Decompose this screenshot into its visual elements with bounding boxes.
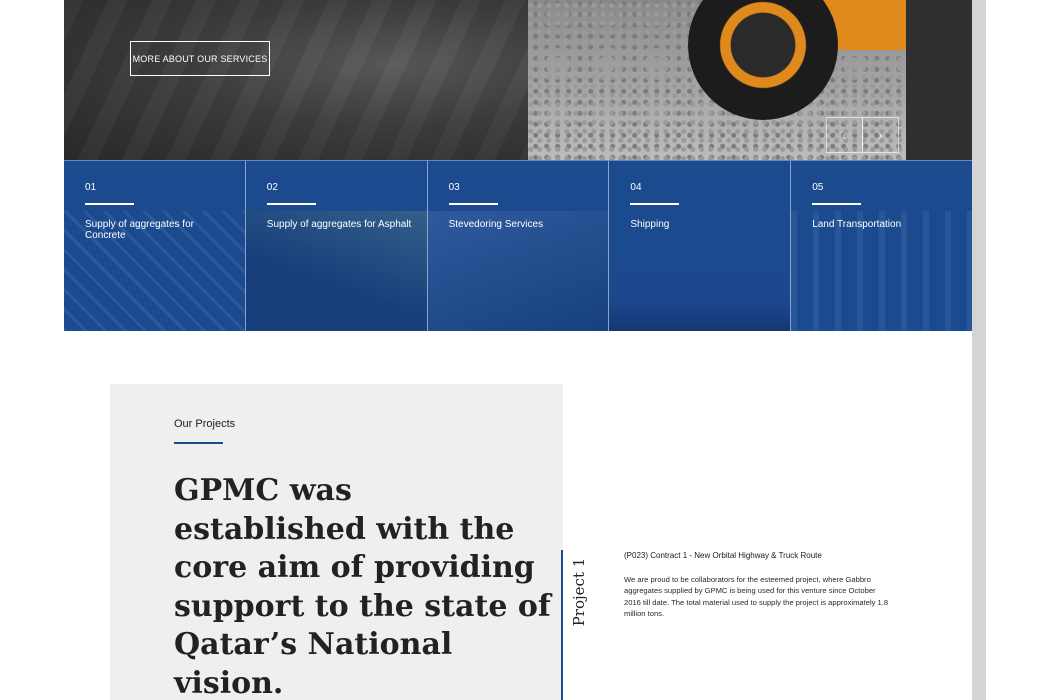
service-title: Stevedoring Services: [448, 219, 544, 230]
slider-next-button[interactable]: ›: [862, 117, 899, 153]
projects-intro-panel: Our Projects GPMC was established with t…: [110, 384, 563, 700]
project-description: We are proud to be collaborators for the…: [624, 575, 889, 618]
section-label-underline: [174, 442, 223, 444]
chevron-right-icon: ›: [878, 127, 883, 143]
service-number: 02: [266, 182, 278, 193]
service-number: 01: [85, 182, 97, 193]
service-number: 05: [812, 182, 824, 193]
service-title: Supply of aggregates for Asphalt: [266, 219, 412, 230]
projects-heading: GPMC was established with the core aim o…: [174, 473, 551, 700]
hero-banner: MORE ABOUT OUR SERVICES ‹ ›: [64, 0, 972, 160]
service-title: Shipping: [630, 219, 670, 230]
service-card-concrete[interactable]: 01 Supply of aggregates for Concrete: [64, 161, 246, 331]
chevron-left-icon: ‹: [842, 127, 847, 143]
hero-edge-strip: [906, 0, 972, 160]
page: MORE ABOUT OUR SERVICES ‹ › 01 Supply of…: [0, 0, 1050, 700]
service-number: 04: [630, 182, 642, 193]
project-accent-line: [561, 550, 563, 700]
hero-background-image: [64, 0, 528, 160]
page-scrollbar[interactable]: [972, 0, 986, 700]
service-divider: [448, 203, 498, 205]
project-slide-label: Project 1: [570, 557, 588, 627]
section-label: Our Projects: [174, 418, 236, 430]
service-title: Supply of aggregates for Concrete: [85, 219, 194, 241]
service-card-shipping[interactable]: 04 Shipping: [609, 161, 792, 331]
service-card-asphalt[interactable]: 02 Supply of aggregates for Asphalt: [245, 161, 428, 331]
service-title: Land Transportation: [812, 219, 902, 230]
service-divider: [85, 203, 134, 205]
slider-prev-button[interactable]: ‹: [826, 117, 863, 153]
service-number: 03: [448, 182, 460, 193]
more-about-services-button[interactable]: MORE ABOUT OUR SERVICES: [130, 41, 270, 76]
service-divider: [266, 203, 316, 205]
project-slide-label-text: Project 1: [570, 557, 588, 627]
service-card-stevedoring[interactable]: 03 Stevedoring Services: [427, 161, 610, 331]
service-card-land-transportation[interactable]: 05 Land Transportation: [791, 161, 972, 331]
service-divider: [630, 203, 680, 205]
project-title: (P023) Contract 1 - New Orbital Highway …: [624, 551, 822, 560]
service-divider: [812, 203, 862, 205]
services-grid: 01 Supply of aggregates for Concrete 02 …: [64, 160, 972, 331]
